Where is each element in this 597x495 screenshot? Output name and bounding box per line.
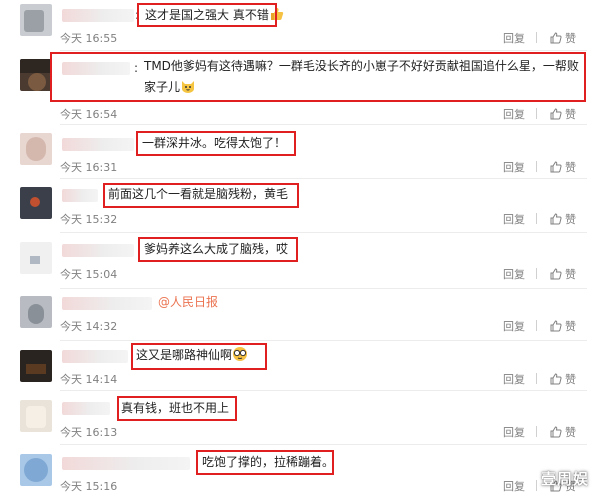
like-label: 赞 [565, 268, 576, 281]
comment-time: 今天 16:55 [60, 32, 118, 45]
like-button[interactable]: 赞 [550, 30, 576, 46]
like-button[interactable]: 赞 [550, 318, 576, 334]
comment-item: 一群深井冰。吃得太饱了！ 今天 16:31 回复 赞 [0, 124, 597, 178]
reply-button[interactable]: 回复 [503, 318, 525, 334]
mention-link[interactable]: @人民日报 [158, 295, 218, 309]
comment-text: @人民日报 [158, 292, 218, 313]
highlight-box [117, 396, 237, 421]
like-label: 赞 [565, 320, 576, 333]
separator [536, 426, 537, 437]
thumbs-up-icon [550, 320, 562, 332]
avatar[interactable] [20, 242, 52, 274]
comment-item: 真有钱，班也不用上 今天 16:13 回复 赞 [0, 390, 597, 444]
username-blurred[interactable] [62, 189, 98, 202]
separator [536, 32, 537, 43]
reply-button[interactable]: 回复 [503, 106, 525, 122]
avatar[interactable] [20, 350, 52, 382]
avatar[interactable] [20, 454, 52, 486]
highlight-box [136, 131, 296, 156]
reply-button[interactable]: 回复 [503, 266, 525, 282]
reply-button[interactable]: 回复 [503, 159, 525, 175]
like-label: 赞 [565, 213, 576, 226]
comment-time: 今天 16:31 [60, 161, 118, 174]
like-button[interactable]: 赞 [550, 424, 576, 440]
comment-item: 前面这几个一看就是脑残粉，黄毛 今天 15:32 回复 赞 [0, 178, 597, 232]
separator [536, 480, 537, 491]
thumbs-up-icon [550, 108, 562, 120]
username-blurred[interactable] [62, 244, 134, 257]
like-button[interactable]: 赞 [550, 159, 576, 175]
comment-item: : TMD他爹妈有这待遇嘛？一群毛没长齐的小崽子不好好贡献祖国追什么星，一帮败家… [0, 50, 597, 124]
thumbs-up-icon [550, 32, 562, 44]
like-button[interactable]: 赞 [550, 211, 576, 227]
comment-time: 今天 15:32 [60, 213, 118, 226]
like-button[interactable]: 赞 [550, 266, 576, 282]
username-blurred[interactable] [62, 138, 134, 151]
separator [536, 373, 537, 384]
like-label: 赞 [565, 108, 576, 121]
avatar[interactable] [20, 296, 52, 328]
highlight-box [137, 3, 277, 27]
thumbs-up-icon [550, 426, 562, 438]
like-button[interactable]: 赞 [550, 106, 576, 122]
comment-time: 今天 16:13 [60, 426, 118, 439]
comment-time: 今天 14:32 [60, 320, 118, 333]
comment-item: 这又是哪路神仙啊 今天 14:14 回复 赞 [0, 340, 597, 390]
reply-button[interactable]: 回复 [503, 211, 525, 227]
highlight-box [50, 52, 586, 102]
separator [536, 213, 537, 224]
separator [536, 161, 537, 172]
comment-time: 今天 16:54 [60, 108, 118, 121]
like-label: 赞 [565, 426, 576, 439]
separator [536, 268, 537, 279]
comment-item: @人民日报 今天 14:32 回复 赞 [0, 288, 597, 338]
thumbs-up-icon [550, 268, 562, 280]
highlight-box [196, 450, 334, 475]
comment-item: 吃饱了撑的，拉稀蹦着。 今天 15:16 回复 赞 [0, 444, 597, 495]
username-blurred[interactable] [62, 350, 128, 363]
comment-time: 今天 15:16 [60, 480, 118, 493]
username-blurred[interactable] [62, 297, 152, 310]
like-button[interactable]: 赞 [550, 371, 576, 387]
like-label: 赞 [565, 161, 576, 174]
reply-button[interactable]: 回复 [503, 478, 525, 494]
separator [536, 108, 537, 119]
highlight-box [131, 343, 267, 370]
like-label: 赞 [565, 32, 576, 45]
reply-button[interactable]: 回复 [503, 371, 525, 387]
thumbs-up-icon [550, 213, 562, 225]
thumbs-up-icon [550, 161, 562, 173]
avatar[interactable] [20, 59, 52, 91]
comment-item: 爹妈养这么大成了脑残，哎 今天 15:04 回复 赞 [0, 232, 597, 288]
reply-button[interactable]: 回复 [503, 424, 525, 440]
highlight-box [138, 237, 298, 262]
highlight-box [103, 183, 299, 208]
watermark: 壹周娱 [540, 470, 589, 488]
username-blurred[interactable] [62, 457, 190, 470]
thumbs-up-icon [550, 373, 562, 385]
username-blurred[interactable] [62, 9, 134, 22]
avatar[interactable] [20, 133, 52, 165]
like-label: 赞 [565, 373, 576, 386]
username-blurred[interactable] [62, 402, 110, 415]
avatar[interactable] [20, 187, 52, 219]
avatar[interactable] [20, 400, 52, 432]
avatar[interactable] [20, 4, 52, 36]
comment-time: 今天 14:14 [60, 373, 118, 386]
comment-time: 今天 15:04 [60, 268, 118, 281]
reply-button[interactable]: 回复 [503, 30, 525, 46]
separator [536, 320, 537, 331]
comment-item: : 这才是国之强大 真不错 今天 16:55 回复 赞 [0, 0, 597, 48]
